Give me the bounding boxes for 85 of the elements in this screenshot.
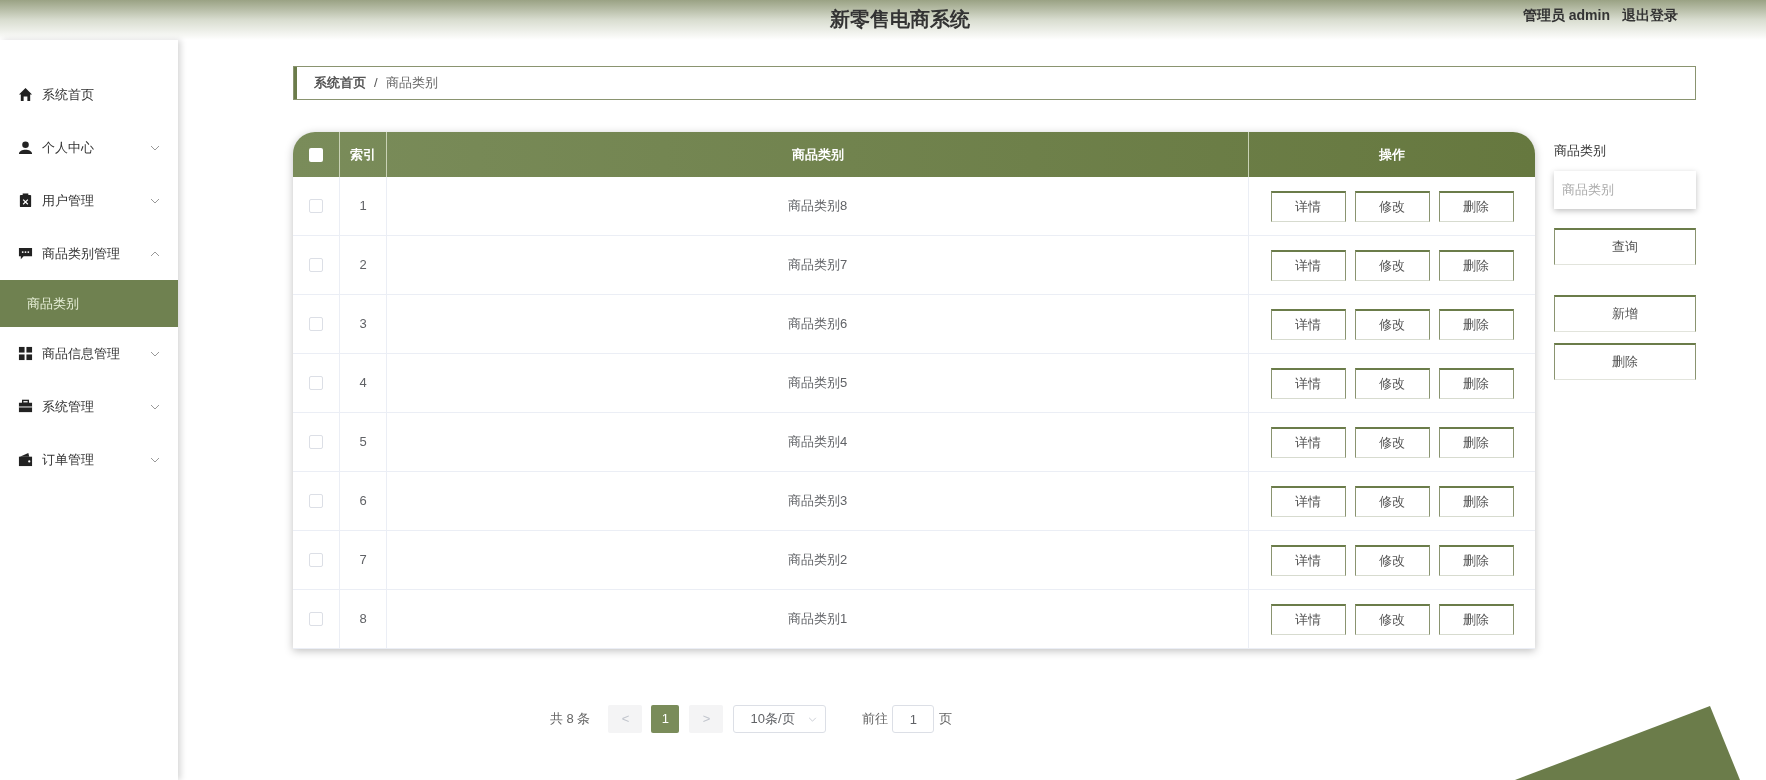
person-icon bbox=[18, 140, 33, 155]
action-button[interactable]: 修改 bbox=[1354, 603, 1430, 635]
checkbox[interactable] bbox=[309, 553, 323, 567]
sidebar-item[interactable]: 系统首页 bbox=[0, 68, 178, 121]
table-cell-text: 商品类别6 bbox=[787, 315, 848, 334]
sidebar-item[interactable]: 个人中心 bbox=[0, 121, 178, 174]
chevron-down-icon bbox=[808, 716, 818, 722]
column-header: 索引 bbox=[350, 145, 376, 164]
column-header: 操作 bbox=[1379, 145, 1405, 164]
table-cell-text: 6 bbox=[359, 492, 367, 511]
table-cell-text: 商品类别2 bbox=[787, 551, 848, 570]
home-icon bbox=[18, 87, 33, 102]
briefcase-icon bbox=[18, 399, 33, 414]
breadcrumb-separator: / bbox=[374, 74, 378, 93]
sidebar-item[interactable]: 商品类别管理 bbox=[0, 227, 178, 280]
action-button[interactable]: 修改 bbox=[1354, 190, 1430, 222]
action-button[interactable]: 详情 bbox=[1270, 485, 1346, 517]
table-cell-text: 商品类别3 bbox=[787, 492, 848, 511]
checkbox[interactable] bbox=[309, 199, 323, 213]
action-button[interactable]: 详情 bbox=[1270, 603, 1346, 635]
table-cell-text: 商品类别5 bbox=[787, 374, 848, 393]
table-cell-text: 5 bbox=[359, 433, 367, 452]
checkbox[interactable] bbox=[309, 258, 323, 272]
checkbox[interactable] bbox=[309, 612, 323, 626]
action-button[interactable]: 删除 bbox=[1438, 249, 1514, 281]
sidebar-item[interactable]: 系统管理 bbox=[0, 380, 178, 433]
breadcrumb-current: 商品类别 bbox=[385, 74, 438, 93]
table-cell-text: 8 bbox=[359, 610, 367, 629]
table-cell-text: 商品类别4 bbox=[787, 433, 848, 452]
page-button[interactable]: 1 bbox=[651, 705, 680, 733]
table-cell-text: 1 bbox=[359, 197, 367, 216]
breadcrumb-link[interactable]: 系统首页 bbox=[314, 73, 366, 93]
action-button[interactable]: 删除 bbox=[1438, 485, 1514, 517]
action-button[interactable]: 修改 bbox=[1354, 308, 1430, 340]
table-cell-text: 4 bbox=[359, 374, 367, 393]
total-count: 共 8 条 bbox=[550, 710, 591, 729]
action-button[interactable]: 修改 bbox=[1354, 485, 1430, 517]
table-cell-text: 商品类别8 bbox=[787, 197, 848, 216]
action-button[interactable]: 详情 bbox=[1270, 249, 1346, 281]
action-button[interactable]: 删除 bbox=[1438, 190, 1514, 222]
table-cell-text: 3 bbox=[359, 315, 367, 334]
checkbox[interactable] bbox=[309, 435, 323, 449]
action-button[interactable]: 详情 bbox=[1270, 544, 1346, 576]
chat-icon bbox=[18, 246, 33, 261]
action-button[interactable]: 详情 bbox=[1270, 308, 1346, 340]
action-button[interactable]: 修改 bbox=[1354, 249, 1430, 281]
submenu-item[interactable]: 商品类别 bbox=[0, 280, 178, 327]
checkbox[interactable] bbox=[309, 317, 323, 331]
clipboard-icon bbox=[18, 193, 33, 208]
search-field[interactable]: 商品类别 bbox=[1554, 170, 1696, 209]
sidebar-item[interactable]: 商品信息管理 bbox=[0, 327, 178, 380]
action-button[interactable]: 修改 bbox=[1354, 367, 1430, 399]
checkbox[interactable] bbox=[309, 147, 323, 162]
page-size-select[interactable]: 10条/页 bbox=[733, 705, 827, 733]
column-header: 商品类别 bbox=[791, 145, 844, 164]
action-button[interactable]: 删除 bbox=[1438, 308, 1514, 340]
sidebar-item[interactable]: 订单管理 bbox=[0, 433, 178, 486]
action-button[interactable]: 详情 bbox=[1270, 367, 1346, 399]
checkbox[interactable] bbox=[309, 494, 323, 508]
panel-button[interactable]: 删除 bbox=[1554, 342, 1696, 380]
action-button[interactable]: 删除 bbox=[1438, 603, 1514, 635]
page-input[interactable]: 1 bbox=[892, 705, 935, 733]
panel-button[interactable]: 新增 bbox=[1554, 294, 1696, 332]
goto-label: 前往 bbox=[862, 710, 889, 729]
sidebar-item[interactable]: 用户管理 bbox=[0, 174, 178, 227]
action-button[interactable]: 修改 bbox=[1354, 544, 1430, 576]
panel-button[interactable]: 查询 bbox=[1554, 227, 1696, 265]
action-button[interactable]: 删除 bbox=[1438, 426, 1514, 458]
action-button[interactable]: 删除 bbox=[1438, 367, 1514, 399]
action-button[interactable]: 修改 bbox=[1354, 426, 1430, 458]
table-cell-text: 2 bbox=[359, 256, 367, 275]
action-button[interactable]: 详情 bbox=[1270, 426, 1346, 458]
wallet-icon bbox=[18, 452, 33, 467]
page-suffix: 页 bbox=[939, 710, 953, 729]
table-cell-text: 7 bbox=[359, 551, 367, 570]
table-cell-text: 商品类别1 bbox=[787, 610, 848, 629]
action-button[interactable]: 详情 bbox=[1270, 190, 1346, 222]
grid-icon bbox=[18, 346, 33, 361]
checkbox[interactable] bbox=[309, 376, 323, 390]
logout-link[interactable]: 退出登录 bbox=[1622, 5, 1678, 26]
user-label: 管理员 admin bbox=[1522, 6, 1610, 25]
table-cell-text: 商品类别7 bbox=[787, 256, 848, 275]
action-button[interactable]: 删除 bbox=[1438, 544, 1514, 576]
field-label: 商品类别 bbox=[1554, 142, 1607, 160]
app-title: 新零售电商系统 bbox=[830, 7, 970, 32]
